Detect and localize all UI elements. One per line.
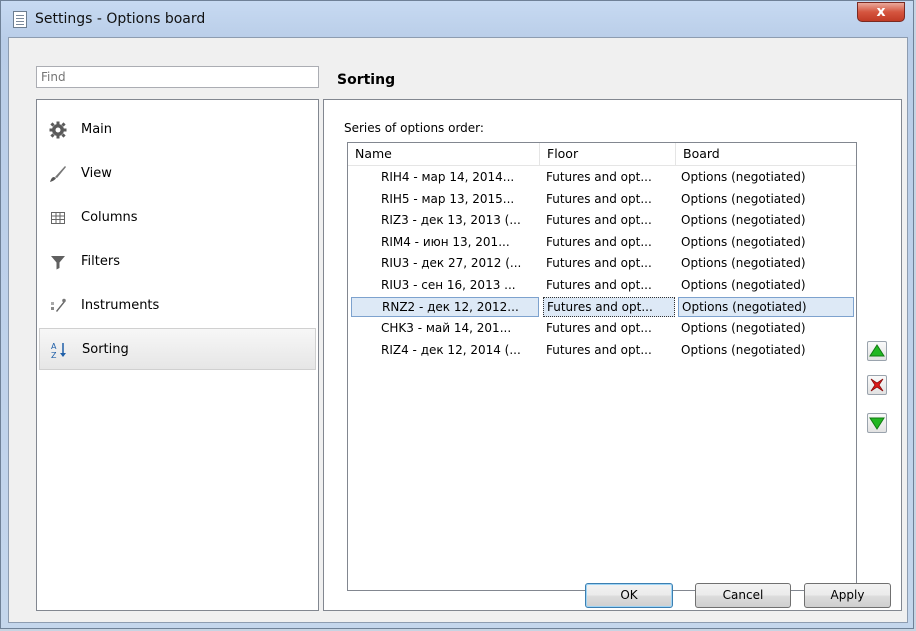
list-header: Name Floor Board (348, 143, 856, 166)
section-title: Sorting (337, 72, 396, 88)
nav-item-view[interactable]: View (39, 153, 316, 195)
cell-floor: Futures and opt... (546, 170, 652, 184)
nav-item-filters[interactable]: Filters (39, 241, 316, 283)
cell-floor: Futures and opt... (546, 213, 652, 228)
cell-name: RIZ4 - дек 12, 2014 (... (381, 342, 521, 357)
move-down-button[interactable] (867, 413, 887, 433)
table-row[interactable]: RIM4 - июн 13, 201... Futures and opt... O… (348, 232, 856, 252)
title-bar[interactable]: Settings - Options board x (1, 1, 913, 37)
cell-name: RIH4 - мар 14, 2014... (381, 170, 515, 184)
settings-nav: Main View Columns Filters Instruments A … (36, 99, 319, 611)
sort-az-icon: AZ (50, 341, 68, 360)
cell-board: Options (negotiated) (678, 296, 854, 317)
move-up-button[interactable] (867, 341, 887, 361)
settings-window: Settings - Options board x Main View (0, 0, 914, 629)
nav-label-instruments: Instruments (81, 298, 160, 313)
column-header-name[interactable]: Name (348, 143, 540, 165)
table-row[interactable]: RNZ2 - дек 12, 2012... Futures and opt...… (348, 296, 856, 317)
table-row[interactable]: RIH5 - мар 13, 2015... Futures and opt...… (348, 189, 856, 209)
nav-label-view: View (81, 166, 112, 181)
cancel-button[interactable]: Cancel (695, 583, 791, 608)
nav-label-columns: Columns (81, 210, 138, 225)
cell-board: Options (negotiated) (681, 256, 806, 271)
ok-button[interactable]: OK (585, 583, 673, 608)
funnel-icon (49, 253, 67, 271)
apply-button[interactable]: Apply (804, 583, 891, 608)
cell-board: Options (negotiated) (681, 342, 806, 357)
cell-board: Options (negotiated) (681, 321, 806, 336)
remove-button[interactable] (867, 375, 887, 395)
nav-item-main[interactable]: Main (39, 109, 316, 151)
svg-text:A: A (51, 342, 57, 351)
close-button[interactable]: x (857, 2, 905, 22)
cell-board: Options (negotiated) (681, 191, 806, 206)
cell-name: RNZ2 - дек 12, 2012... (351, 296, 539, 317)
cell-floor: Futures and opt... (543, 296, 675, 317)
cell-board: Options (negotiated) (681, 234, 806, 249)
nav-item-sorting[interactable]: AZ Sorting (39, 328, 316, 370)
tools-icon (49, 297, 67, 315)
cell-name: RIH5 - мар 13, 2015... (381, 191, 515, 206)
gear-icon (49, 121, 67, 139)
search-input[interactable] (36, 66, 319, 88)
column-header-board[interactable]: Board (676, 143, 856, 165)
cell-name: CHK3 - май 14, 201... (381, 321, 512, 336)
cell-name: RIU3 - дек 27, 2012 (... (381, 256, 522, 271)
cell-floor: Futures and opt... (546, 321, 652, 336)
table-row[interactable]: RIU3 - дек 27, 2012 (... Futures and opt.… (348, 253, 856, 273)
nav-label-sorting: Sorting (82, 342, 129, 357)
list-label: Series of options order: (344, 121, 484, 135)
grid-icon (49, 209, 67, 227)
nav-item-instruments[interactable]: Instruments (39, 285, 316, 327)
nav-item-columns[interactable]: Columns (39, 197, 316, 239)
arrow-down-icon (869, 417, 885, 430)
table-row[interactable]: RIU3 - сен 16, 2013 ... Futures and opt..… (348, 275, 856, 295)
dialog-body: Main View Columns Filters (8, 37, 908, 623)
table-row[interactable]: RIH4 - мар 14, 2014... Futures and opt...… (348, 167, 856, 187)
cell-board: Options (negotiated) (681, 213, 806, 228)
remove-x-icon (870, 378, 884, 392)
column-header-floor[interactable]: Floor (540, 143, 676, 165)
cell-floor: Futures and opt... (546, 342, 652, 357)
brush-icon (49, 165, 67, 183)
cell-board: Options (negotiated) (681, 170, 806, 184)
series-order-list[interactable]: Name Floor Board RIH4 - мар 14, 2014... F… (347, 142, 857, 591)
cell-floor: Futures and opt... (546, 256, 652, 271)
arrow-up-icon (869, 344, 885, 357)
cell-name: RIU3 - сен 16, 2013 ... (381, 278, 516, 292)
cell-name: RIZ3 - дек 13, 2013 (... (381, 213, 521, 228)
cell-floor: Futures and opt... (546, 278, 652, 292)
cell-name: RIM4 - июн 13, 201... (381, 234, 510, 249)
table-row[interactable]: RIZ3 - дек 13, 2013 (... Futures and opt.… (348, 210, 856, 230)
app-icon (13, 11, 27, 28)
nav-label-main: Main (81, 122, 113, 137)
svg-text:Z: Z (51, 351, 57, 359)
table-row[interactable]: RIZ4 - дек 12, 2014 (... Futures and opt.… (348, 340, 856, 360)
sorting-panel: Series of options order: Name Floor Boar… (323, 99, 902, 611)
cell-board: Options (negotiated) (681, 278, 806, 292)
nav-label-filters: Filters (81, 254, 120, 269)
table-row[interactable]: CHK3 - май 14, 201... Futures and opt... O… (348, 318, 856, 338)
cell-floor: Futures and opt... (546, 191, 652, 206)
window-title: Settings - Options board (35, 11, 206, 27)
cell-floor: Futures and opt... (546, 234, 652, 249)
